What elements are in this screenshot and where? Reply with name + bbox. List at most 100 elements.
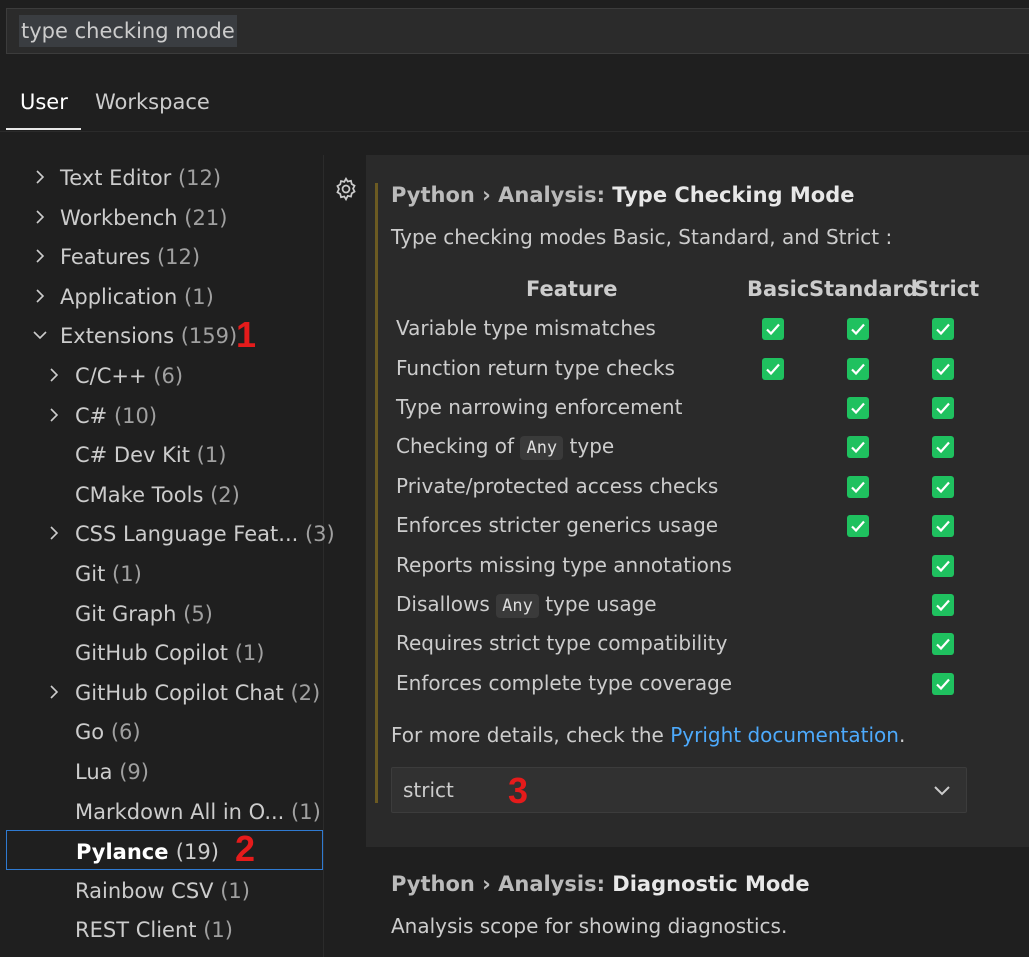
tree-item-text: Markdown All in O...: [75, 800, 285, 824]
tree-item-label: Go (6): [75, 719, 141, 745]
tree-item-label: Git Graph (5): [75, 601, 213, 627]
tree-item-text: REST Client: [75, 918, 197, 942]
setting-category: Python › Analysis:: [391, 183, 613, 207]
setting-name: Diagnostic Mode: [612, 872, 810, 896]
settings-toc-tree: Text Editor (12) Workbench (21) Features (…: [0, 155, 335, 957]
tree-item[interactable]: Git (1): [0, 553, 324, 593]
checkbox-checked-icon: [762, 358, 784, 380]
setting-diagnostic-mode-title: Python › Analysis: Diagnostic Mode: [391, 871, 810, 897]
tree-item[interactable]: Features (12): [0, 236, 324, 276]
tree-item[interactable]: C# Dev Kit (1): [0, 434, 324, 474]
setting-type-checking-mode: Python › Analysis: Type Checking Mode Ty…: [366, 155, 1029, 847]
tree-item-count: (1): [203, 918, 233, 942]
feature-row: Checking of Any type: [396, 428, 1016, 468]
setting-diagnostic-mode-description: Analysis scope for showing diagnostics.: [391, 914, 788, 938]
checkbox-checked-icon: [932, 673, 954, 695]
tree-item[interactable]: CMake Tools (2): [0, 474, 324, 514]
feature-row: Variable type mismatches: [396, 310, 1016, 350]
pyright-documentation-link[interactable]: Pyright documentation: [670, 723, 899, 747]
feature-label: Enforces stricter generics usage: [396, 513, 719, 537]
feature-row: Disallows Any type usage: [396, 586, 1016, 626]
tree-item-count: (2): [290, 681, 321, 705]
tree-item-label: C/C++ (6): [75, 363, 183, 389]
tree-item-text: C#: [75, 404, 108, 428]
checkbox-checked-icon: [932, 397, 954, 419]
tree-item[interactable]: C/C++ (6): [0, 355, 324, 395]
tree-item-count: (2): [210, 483, 240, 507]
tab-user[interactable]: User: [6, 88, 81, 130]
tree-item[interactable]: CSS Language Feat... (3): [0, 513, 335, 553]
chevron-right-icon[interactable]: [33, 249, 47, 263]
chevron-down-icon[interactable]: [33, 328, 47, 342]
select-value: strict: [403, 778, 454, 802]
feature-row: Reports missing type annotations: [396, 547, 1016, 587]
tree-item[interactable]: Rainbow CSV (1): [0, 870, 324, 910]
tree-item-text: Rainbow CSV: [75, 879, 214, 903]
chevron-right-icon[interactable]: [47, 526, 61, 540]
feature-row: Requires strict type compatibility: [396, 625, 1016, 665]
tree-item-label: Rainbow CSV (1): [75, 878, 250, 904]
chevron-right-icon[interactable]: [33, 210, 47, 224]
tree-item-label: GitHub Copilot Chat (2): [75, 680, 320, 706]
checkbox-checked-icon: [847, 515, 869, 537]
chevron-down-icon: [932, 782, 952, 800]
tab-workspace[interactable]: Workspace: [95, 88, 210, 130]
checkbox-checked-icon: [932, 358, 954, 380]
checkbox-checked-icon: [932, 515, 954, 537]
checkbox-checked-icon: [932, 318, 954, 340]
tree-item-label: Pylance (19): [76, 839, 219, 865]
tree-item-count: (9): [119, 760, 149, 784]
tree-item-label: GitHub Copilot (1): [75, 640, 264, 666]
chevron-right-icon[interactable]: [47, 685, 61, 699]
tree-item[interactable]: GitHub Copilot Chat (2): [0, 672, 324, 712]
tree-item-label: Text Editor (12): [60, 165, 221, 191]
more-details-prefix: For more details, check the: [391, 723, 671, 747]
settings-search-input[interactable]: type checking mode: [6, 8, 1029, 54]
tree-item-text: GitHub Copilot Chat: [75, 681, 284, 705]
tree-item-count: (3): [304, 522, 335, 546]
tree-item-label: Application (1): [60, 284, 214, 310]
checkbox-checked-icon: [847, 476, 869, 498]
tree-item[interactable]: Lua (9): [0, 751, 324, 791]
chevron-right-icon[interactable]: [47, 368, 61, 382]
tree-item-label: Markdown All in O... (1): [75, 799, 321, 825]
checkbox-checked-icon: [932, 436, 954, 458]
tree-item[interactable]: Pylance (19): [6, 830, 323, 870]
gear-icon[interactable]: [333, 176, 359, 202]
tree-item-text: Text Editor: [60, 166, 172, 190]
tree-item-label: Features (12): [60, 244, 200, 270]
tree-item[interactable]: Markdown All in O... (1): [0, 791, 324, 831]
tree-item[interactable]: Go (6): [0, 711, 324, 751]
tree-item[interactable]: Text Editor (12): [0, 157, 324, 197]
tree-item-label: Git (1): [75, 561, 142, 587]
tree-item[interactable]: Workbench (21): [0, 197, 324, 237]
chevron-right-icon[interactable]: [33, 170, 47, 184]
tree-item-text: Application: [60, 285, 178, 309]
tree-item[interactable]: C# (10): [0, 395, 324, 435]
checkbox-checked-icon: [932, 555, 954, 577]
tree-item-count: (12): [156, 245, 201, 269]
feature-row: Enforces stricter generics usage: [396, 507, 1016, 547]
tree-item-count: (1): [234, 641, 265, 665]
tree-item-count: (5): [183, 602, 213, 626]
chevron-right-icon[interactable]: [47, 408, 61, 422]
setting-description: Type checking modes Basic, Standard, and…: [391, 225, 893, 249]
tree-item[interactable]: Git Graph (5): [0, 593, 324, 633]
type-checking-mode-select[interactable]: strict: [391, 767, 967, 813]
table-header-feature: Feature: [526, 277, 618, 301]
tree-item-count: (1): [291, 800, 321, 824]
feature-label: Requires strict type compatibility: [396, 631, 728, 655]
tree-item-count: (159): [180, 324, 238, 348]
tree-item[interactable]: REST Client (1): [0, 909, 324, 949]
table-header-standard: Standard: [809, 277, 918, 301]
tree-item[interactable]: GitHub Copilot (1): [0, 632, 324, 672]
tree-item-text: CMake Tools: [75, 483, 204, 507]
chevron-right-icon[interactable]: [33, 289, 47, 303]
tree-item[interactable]: Extensions (159): [0, 315, 324, 355]
feature-row: Type narrowing enforcement: [396, 389, 1016, 429]
feature-label-text: Disallows: [396, 592, 490, 616]
inline-code: Any: [520, 436, 564, 460]
table-header-strict: Strict: [914, 277, 980, 301]
feature-label-text: type: [569, 434, 615, 458]
tree-item[interactable]: Application (1): [0, 276, 324, 316]
